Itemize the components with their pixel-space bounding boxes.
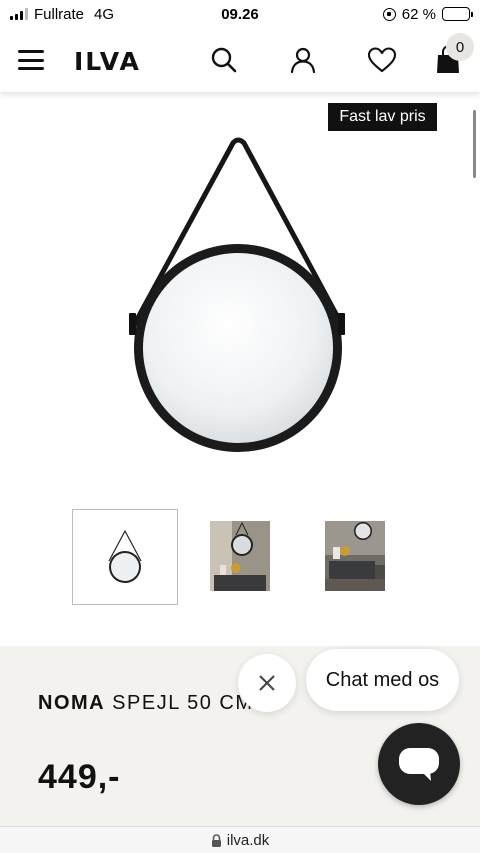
site-logo[interactable]: ILVA xyxy=(74,47,141,76)
account-icon[interactable] xyxy=(287,44,319,76)
signal-strength-icon xyxy=(10,8,28,20)
lock-icon xyxy=(211,833,221,847)
cart-count-badge: 0 xyxy=(446,33,474,61)
network-type: 4G xyxy=(94,5,115,23)
chat-close-button[interactable] xyxy=(238,654,296,712)
thumbnail-product[interactable] xyxy=(72,509,178,605)
product-image[interactable] xyxy=(120,135,360,465)
product-title: NOMA SPEJL 50 CM xyxy=(38,692,254,715)
browser-url: ilva.dk xyxy=(226,831,270,849)
site-header: ILVA xyxy=(0,28,480,92)
carrier-name: Fullrate xyxy=(34,5,85,23)
chat-launcher-button[interactable] xyxy=(378,723,460,805)
orientation-lock-icon xyxy=(382,7,396,21)
battery-percentage: 62 % xyxy=(401,5,436,23)
close-icon xyxy=(259,675,275,691)
thumbnail-room-2[interactable] xyxy=(325,521,385,591)
battery-icon xyxy=(442,7,473,21)
product-brand: NOMA xyxy=(38,692,106,714)
browser-address-bar[interactable]: ilva.dk xyxy=(0,826,480,853)
menu-icon[interactable] xyxy=(18,50,44,70)
heart-icon[interactable] xyxy=(366,44,398,76)
chat-bubble-icon xyxy=(399,748,439,781)
search-icon[interactable] xyxy=(208,44,240,76)
scroll-indicator xyxy=(473,110,476,178)
status-bar: Fullrate 4G 09.26 62 % xyxy=(0,0,480,28)
promo-badge: Fast lav pris xyxy=(328,103,437,131)
chat-prompt-bubble[interactable]: Chat med os xyxy=(306,649,459,711)
product-name: SPEJL 50 CM xyxy=(112,692,254,714)
thumbnail-room-1[interactable] xyxy=(210,521,270,591)
product-price: 449,- xyxy=(38,758,121,796)
